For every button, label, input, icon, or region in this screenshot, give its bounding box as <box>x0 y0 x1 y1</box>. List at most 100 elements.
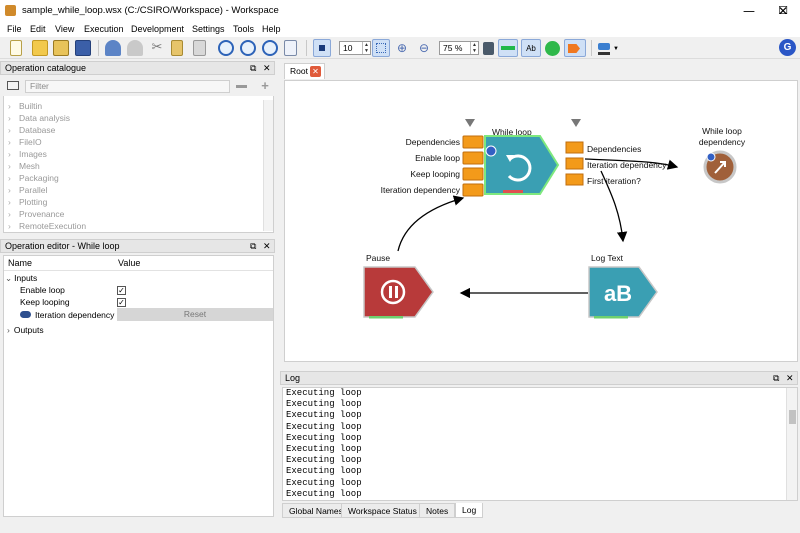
name-column-header[interactable]: Name <box>8 258 32 268</box>
output-port[interactable] <box>565 173 584 186</box>
zoom-fit-icon[interactable] <box>262 40 278 56</box>
filter-mode-icon[interactable] <box>7 81 19 90</box>
workspace-logo-icon[interactable]: G <box>779 39 796 56</box>
tree-item[interactable]: › FileIO <box>4 136 262 148</box>
inputs-group[interactable]: ⌄ Inputs <box>4 272 37 284</box>
tree-item[interactable]: › Plotting <box>4 196 262 208</box>
menu-tools[interactable]: Tools <box>233 24 254 34</box>
select-mode-button[interactable] <box>313 39 331 57</box>
tree-item[interactable]: › Database <box>4 124 262 136</box>
copy-icon[interactable] <box>171 40 183 56</box>
tab-root[interactable]: Root ✕ <box>284 63 325 79</box>
output-port[interactable] <box>565 141 584 154</box>
log-text-glyph: aB <box>604 281 632 306</box>
menu-view[interactable]: View <box>55 24 74 34</box>
chevron-right-icon: › <box>8 221 11 231</box>
align-vertical-icon[interactable]: ⊕ <box>394 40 410 56</box>
text-label-button[interactable]: Ab <box>521 39 541 57</box>
catalogue-dock-title: Operation catalogue ⧉ ✕ <box>0 61 275 75</box>
filter-row: Filter + <box>3 76 274 96</box>
close-tab-icon[interactable]: ✕ <box>310 66 321 77</box>
menu-development[interactable]: Development <box>131 24 184 34</box>
workflow-canvas[interactable]: While loop Dependencies Enable loop Keep… <box>284 80 798 362</box>
close-panel-icon[interactable]: ✕ <box>786 372 794 384</box>
tab-global-names[interactable]: Global Names <box>282 503 350 518</box>
close-panel-icon[interactable]: ✕ <box>263 62 271 74</box>
dropdown-arrow-icon[interactable]: ▼ <box>613 46 619 52</box>
tree-item[interactable]: › Builtin <box>4 100 262 112</box>
scroll-thumb[interactable] <box>789 410 796 424</box>
outputs-group[interactable]: › Outputs <box>4 324 44 336</box>
spin-arrows-icon[interactable]: ▲ ▼ <box>362 42 370 54</box>
menu-file[interactable]: File <box>7 24 22 34</box>
spin-arrows-icon[interactable]: ▲ ▼ <box>470 42 478 54</box>
undo-icon[interactable] <box>105 40 121 56</box>
op-editor-title: Operation editor - While loop <box>5 241 120 251</box>
input-port[interactable] <box>462 151 484 165</box>
tree-item[interactable]: › Provenance <box>4 208 262 220</box>
pause-bar-icon <box>395 286 398 298</box>
save-icon[interactable] <box>75 40 91 56</box>
page-view-icon[interactable] <box>284 40 297 56</box>
run-icon[interactable] <box>545 41 560 56</box>
float-icon[interactable]: ⧉ <box>773 372 779 384</box>
iteration-dependency-label: Iteration dependency <box>35 310 115 320</box>
export-icon[interactable] <box>483 42 494 55</box>
enable-loop-checkbox[interactable]: ✓ <box>117 286 126 295</box>
zoom-in-icon[interactable] <box>218 40 234 56</box>
float-icon[interactable]: ⧉ <box>250 240 256 252</box>
tree-item[interactable]: › Images <box>4 148 262 160</box>
while-loop-node[interactable] <box>484 135 560 195</box>
layer-color-icon[interactable]: ▼ <box>597 40 619 56</box>
connection-style-button[interactable] <box>498 39 518 57</box>
float-icon[interactable]: ⧉ <box>250 62 256 74</box>
collapse-all-icon[interactable] <box>236 85 247 88</box>
menu-execution[interactable]: Execution <box>84 24 124 34</box>
tree-item[interactable]: › Mesh <box>4 160 262 172</box>
cut-icon[interactable]: ✂ <box>149 40 165 56</box>
connection-pause-to-while[interactable] <box>397 195 465 252</box>
catalogue-scrollbar[interactable] <box>263 100 273 231</box>
pause-node[interactable] <box>363 266 434 318</box>
toolbar-separator <box>591 40 592 56</box>
close-panel-icon[interactable]: ✕ <box>263 240 271 252</box>
tree-item[interactable]: › Data analysis <box>4 112 262 124</box>
zoom-out-icon[interactable] <box>240 40 256 56</box>
zoom-spinbox[interactable]: 75 % ▲ ▼ <box>439 41 479 55</box>
tree-item[interactable]: › Parallel <box>4 184 262 196</box>
expand-all-icon[interactable]: + <box>259 79 271 92</box>
toolbar-separator <box>98 40 99 56</box>
tree-item[interactable]: › RemoteExecution <box>4 220 262 231</box>
input-port[interactable] <box>462 167 484 181</box>
menu-settings[interactable]: Settings <box>192 24 225 34</box>
new-file-icon[interactable] <box>10 40 22 56</box>
align-horizontal-icon[interactable]: ⊖ <box>416 40 432 56</box>
log-output[interactable]: Executing loop Executing loop Executing … <box>282 387 798 501</box>
tree-item[interactable]: › Packaging <box>4 172 262 184</box>
menu-help[interactable]: Help <box>262 24 281 34</box>
minimize-button[interactable]: — <box>732 0 766 22</box>
value-column-header[interactable]: Value <box>118 258 140 268</box>
reset-button[interactable]: Reset <box>117 308 273 321</box>
output-port[interactable] <box>565 157 584 170</box>
open-folder-icon[interactable] <box>32 40 48 56</box>
paste-icon[interactable] <box>193 40 206 56</box>
filter-input[interactable]: Filter <box>25 80 230 93</box>
tab-notes[interactable]: Notes <box>419 503 456 518</box>
operation-style-button[interactable] <box>564 39 586 57</box>
menu-edit[interactable]: Edit <box>30 24 46 34</box>
status-bar <box>594 316 628 319</box>
input-port[interactable] <box>462 135 484 149</box>
redo-icon[interactable] <box>127 40 143 56</box>
tab-log[interactable]: Log <box>455 503 484 518</box>
pause-title: Pause <box>366 253 390 263</box>
keep-looping-checkbox[interactable]: ✓ <box>117 298 126 307</box>
log-line: Executing loop <box>286 477 362 488</box>
close-button[interactable]: ✕ <box>766 0 800 22</box>
input-port[interactable] <box>462 183 484 197</box>
open-recent-icon[interactable] <box>53 40 69 56</box>
tab-workspace-status[interactable]: Workspace Status <box>341 503 424 518</box>
grid-size-spinbox[interactable]: 10 ▲ ▼ <box>339 41 371 55</box>
log-scrollbar[interactable] <box>786 388 797 500</box>
show-grid-button[interactable] <box>372 39 390 57</box>
